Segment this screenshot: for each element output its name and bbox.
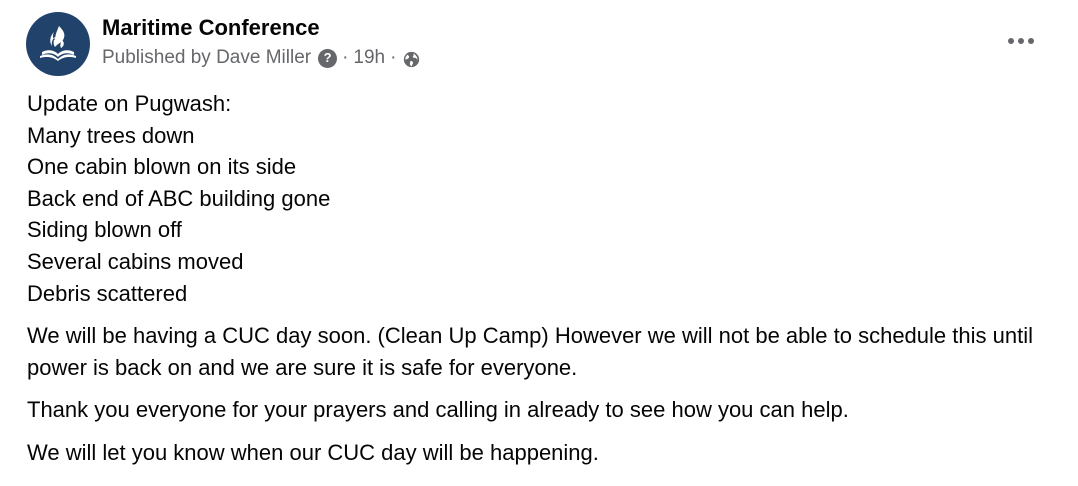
globe-icon[interactable] [403,51,420,68]
post-paragraph: We will let you know when our CUC day wi… [27,439,599,465]
post-body: Update on Pugwash: Many trees down One c… [27,88,1048,469]
update-line: Several cabins moved [27,248,244,274]
post-header: Maritime Conference Published by Dave Mi… [26,12,420,76]
separator-dot: · [390,47,397,68]
update-line: One cabin blown on its side [27,154,297,180]
update-line: Siding blown off [27,217,182,243]
question-icon[interactable]: ? [318,48,338,68]
post-card: Maritime Conference Published by Dave Mi… [0,0,1078,486]
page-avatar[interactable] [26,12,90,76]
more-options-button[interactable] [1004,28,1038,54]
update-line: Back end of ABC building gone [27,185,331,211]
flame-bible-logo-icon [40,26,76,61]
page-name-link[interactable]: Maritime Conference [102,14,420,42]
post-paragraph: Thank you everyone for your prayers and … [27,397,849,423]
post-meta: Maritime Conference Published by Dave Mi… [102,14,420,72]
post-paragraph: We will be having a CUC day soon. (Clean… [27,323,1033,380]
update-list: Update on Pugwash: Many trees down One c… [27,88,1048,309]
update-line: Debris scattered [27,280,188,306]
post-subline: Published by Dave Miller ? · 19h · [102,44,420,72]
update-line: Many trees down [27,122,195,148]
separator-dot: · [342,47,349,68]
published-by-text: Published by Dave Miller [102,47,312,68]
more-horizontal-icon [1008,38,1034,44]
post-timestamp[interactable]: 19h [353,44,385,72]
update-line: Update on Pugwash: [27,91,232,116]
